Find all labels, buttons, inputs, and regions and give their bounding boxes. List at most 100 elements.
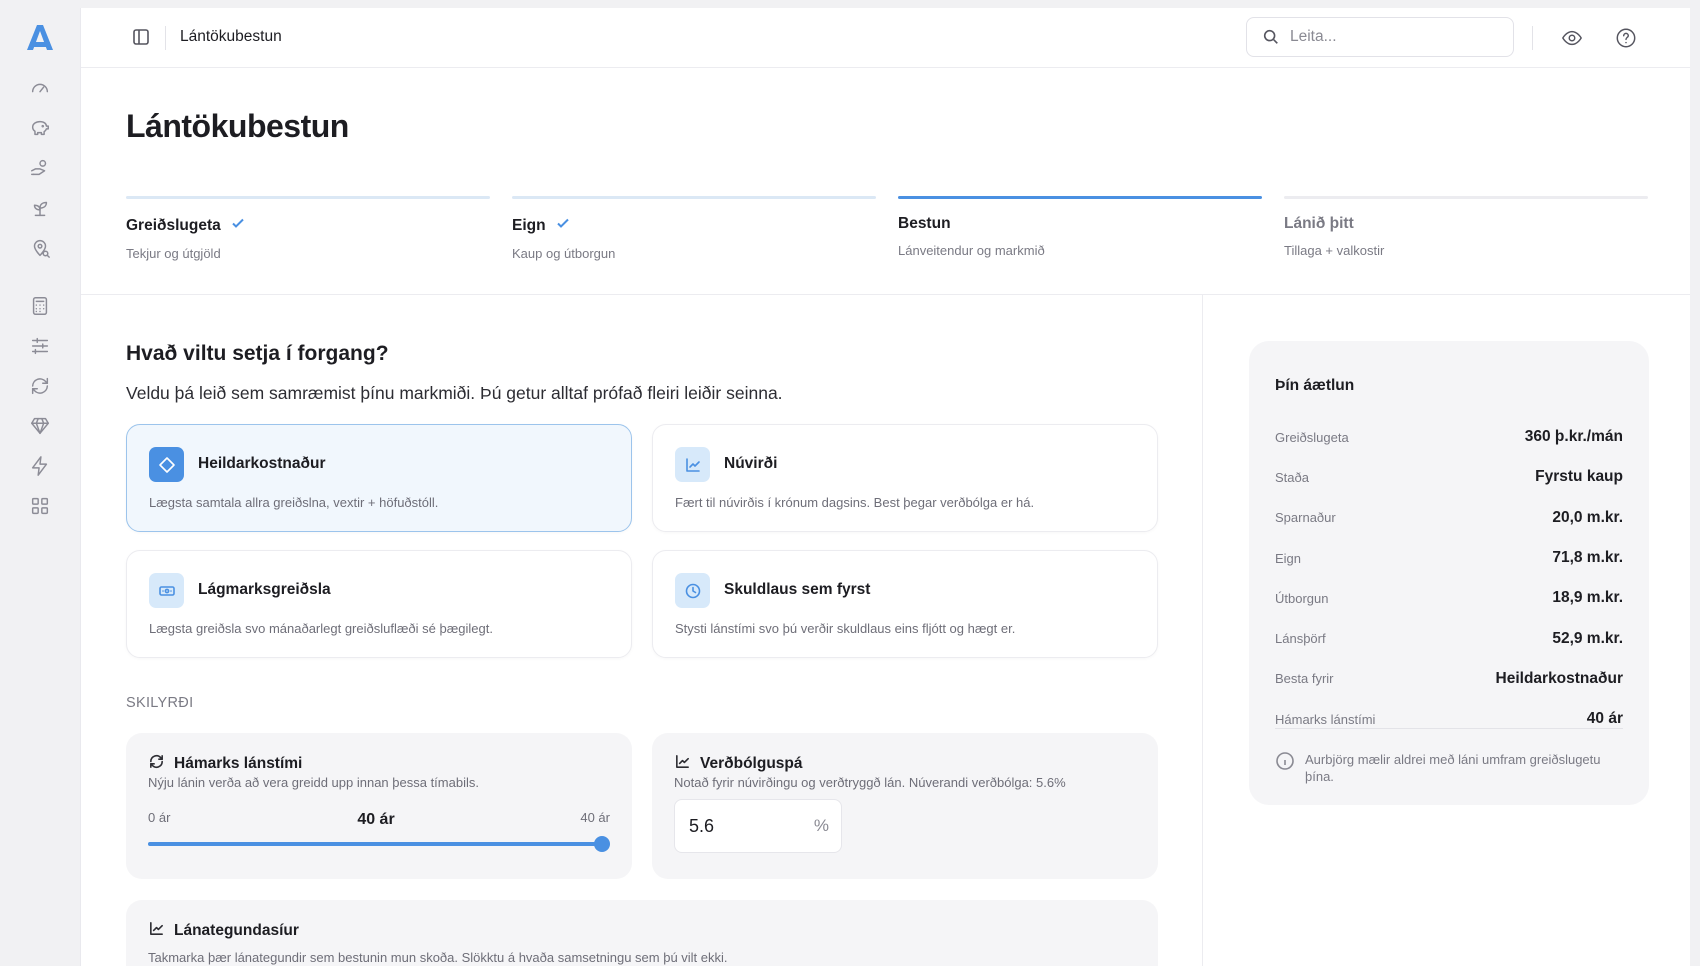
max-term-title: Hámarks lánstími [174,755,303,772]
option-title: Núvirði [724,455,778,472]
line-chart-icon [675,447,710,482]
step-title: Bestun [898,215,951,232]
option-description: Stysti lánstími svo þú verðir skuldlaus … [675,621,1016,636]
option-card-lagmarksgreidsla[interactable]: Lágmarksgreiðsla Lægsta greiðsla svo mán… [126,550,632,658]
map-pin-search-icon[interactable] [23,236,57,260]
inflation-input-box[interactable]: % [674,799,842,853]
page-title: Lántökubestun [126,108,349,144]
summary-value: 71,8 m.kr. [1552,549,1623,567]
inflation-input[interactable] [689,815,809,837]
step-title: Greiðslugeta [126,216,221,234]
step-title: Lánið þitt [1284,215,1354,232]
line-chart-icon [674,753,691,775]
summary-value: 360 þ.kr./mán [1524,428,1623,446]
summary-key: Staða [1275,469,1309,485]
max-term-slider[interactable] [148,836,610,852]
loan-filters-title: Lánategundasíur [174,922,299,939]
summary-value: 52,9 m.kr. [1552,629,1623,647]
top-bar: Lántökubestun [81,8,1690,68]
plan-summary: Þín áætlun Greiðslugeta 360 þ.kr./mán Sta… [1249,341,1649,805]
slider-fill [148,842,602,846]
summary-key: Greiðslugeta [1275,429,1349,445]
inflation-card: Verðbólguspá Notað fyrir núvirðingu og v… [652,733,1158,879]
check-icon [555,215,571,236]
summary-key: Sparnaður [1275,510,1336,526]
summary-row: Lánsþörf 52,9 m.kr. [1275,618,1623,658]
refresh-icon[interactable] [23,374,57,398]
search-input[interactable] [1290,28,1490,46]
summary-value: Fyrstu kaup [1535,468,1623,486]
divider [1202,295,1203,966]
stepper: Greiðslugeta Tekjur og útgjöld Eign Kaup… [126,196,1652,261]
banknote-icon [149,573,184,608]
step-greidslugeta[interactable]: Greiðslugeta Tekjur og útgjöld [126,196,490,261]
summary-note-text: Aurbjörg mælir aldrei með láni umfram gr… [1305,752,1601,784]
divider [81,294,1690,295]
panel-left-icon [133,29,149,45]
step-title: Eign [512,216,546,234]
option-card-nuvirdi[interactable]: Núvirði Fært til núvirðis í krónum dagsi… [652,424,1158,532]
app-logo[interactable] [24,22,56,52]
summary-value: 18,9 m.kr. [1552,589,1623,607]
summary-key: Hámarks lánstími [1275,711,1376,727]
option-description: Fært til núvirðis í krónum dagsins. Best… [675,495,1035,510]
summary-row: Besta fyrir Heildarkostnaður [1275,659,1623,699]
sidebar-toggle-button[interactable] [131,27,153,49]
summary-note: Aurbjörg mælir aldrei með láni umfram gr… [1275,751,1623,785]
diamond-icon [149,447,184,482]
step-bestun[interactable]: Bestun Lánveitendur og markmið [898,196,1262,261]
option-card-skuldlaus[interactable]: Skuldlaus sem fyrst Stysti lánstími svo … [652,550,1158,658]
conditions-label: SKILYRÐI [126,695,194,711]
summary-value: Heildarkostnaður [1495,669,1623,687]
summary-key: Besta fyrir [1275,671,1334,687]
sidebar [0,0,80,966]
piggy-bank-icon[interactable] [23,116,57,140]
slider-value: 40 ár [357,811,395,828]
eye-icon[interactable] [1559,25,1585,51]
grid-icon[interactable] [23,494,57,518]
summary-key: Lánsþörf [1275,631,1326,647]
sliders-icon[interactable] [23,334,57,358]
clock-icon [675,573,710,608]
step-eign[interactable]: Eign Kaup og útborgun [512,196,876,261]
step-subtitle: Tekjur og útgjöld [126,246,221,261]
step-progress-bar [898,196,1262,199]
summary-row: Greiðslugeta 360 þ.kr./mán [1275,417,1623,457]
option-description: Lægsta samtala allra greiðslna, vextir +… [149,495,439,510]
max-term-card: Hámarks lánstími Nýju lánin verða að ver… [126,733,632,879]
inflation-title: Verðbólguspá [700,755,803,772]
option-title: Skuldlaus sem fyrst [724,581,871,598]
priority-subtitle: Veldu þá leið sem samræmist þínu markmið… [126,383,783,403]
divider [1275,728,1623,729]
summary-row: Staða Fyrstu kaup [1275,457,1623,497]
search-icon [1262,28,1280,46]
calculator-icon[interactable] [23,294,57,318]
gauge-icon[interactable] [23,76,57,100]
search-box[interactable] [1246,17,1514,57]
main-panel: Lántökubestun Lántökubestun Greiðslugeta… [80,8,1690,966]
summary-key: Eign [1275,550,1302,566]
divider [1532,26,1533,50]
summary-row: Eign 71,8 m.kr. [1275,538,1623,578]
lightning-icon[interactable] [23,454,57,478]
sprout-icon[interactable] [23,196,57,220]
option-card-heildarkostnadur[interactable]: Heildarkostnaður Lægsta samtala allra gr… [126,424,632,532]
summary-row: Hámarks lánstími 40 ár [1275,699,1623,739]
summary-title: Þín áætlun [1275,377,1355,394]
step-lanid-thitt[interactable]: Lánið þitt Tillaga + valkostir [1284,196,1648,261]
step-subtitle: Tillaga + valkostir [1284,243,1385,258]
check-icon [230,215,246,236]
summary-row: Útborgun 18,9 m.kr. [1275,578,1623,618]
help-icon[interactable] [1613,25,1639,51]
step-subtitle: Lánveitendur og markmið [898,243,1045,258]
divider [165,26,166,50]
step-progress-bar [1284,196,1648,199]
step-progress-bar [126,196,490,199]
info-icon [1276,752,1294,770]
option-title: Lágmarksgreiðsla [198,581,331,598]
priority-title: Hvað viltu setja í forgang? [126,342,389,365]
summary-value: 40 ár [1586,710,1623,728]
gem-icon[interactable] [23,414,57,438]
hand-coins-icon[interactable] [23,156,57,180]
slider-thumb[interactable] [594,836,610,852]
